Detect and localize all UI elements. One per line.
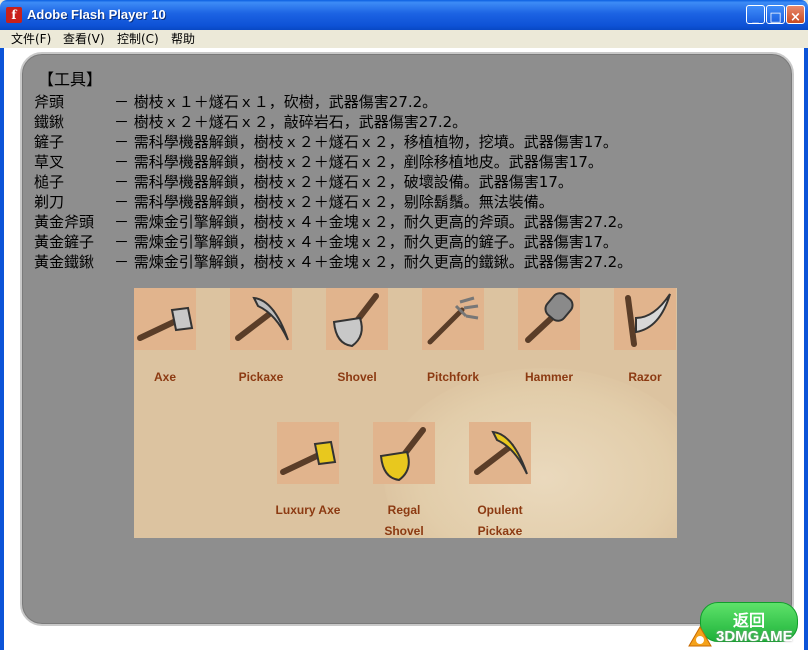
label-hammer: Hammer bbox=[524, 370, 574, 384]
regal-shovel-icon bbox=[379, 427, 426, 482]
close-button[interactable]: × bbox=[786, 5, 805, 25]
label-pitchfork: Pitchfork bbox=[426, 370, 479, 384]
title-bar[interactable]: f Adobe Flash Player 10 _ □ × bbox=[0, 0, 808, 30]
label-axe: Axe bbox=[153, 370, 176, 384]
tool-name: 黃金鏟子 bbox=[34, 233, 95, 251]
tool-name: 斧頭 bbox=[34, 93, 65, 111]
razor-card bbox=[614, 288, 676, 350]
razor-icon bbox=[625, 293, 671, 347]
tool-name: 槌子 bbox=[34, 173, 65, 191]
tool-desc: － 樹枝ｘ１＋燧石ｘ１，砍樹，武器傷害27.2。 bbox=[114, 93, 438, 111]
tool-name: 剃刀 bbox=[34, 193, 65, 211]
tool-desc: － 需煉金引擎解鎖，樹枝ｘ４＋金塊ｘ２，耐久更高的鏟子。武器傷害17。 bbox=[114, 233, 618, 251]
label-regal-shovel-line1: Regal bbox=[387, 503, 421, 517]
tool-desc: － 需科學機器解鎖，樹枝ｘ２＋燧石ｘ２，移植植物，挖墳。武器傷害17。 bbox=[114, 133, 618, 151]
pickaxe-icon bbox=[235, 296, 289, 341]
flash-player-icon: f bbox=[6, 7, 22, 23]
watermark: 3DMGAME bbox=[686, 624, 808, 650]
tool-name: 黃金鐵鍬 bbox=[34, 253, 95, 271]
menu-file[interactable]: 文件(F) bbox=[11, 31, 51, 47]
axe-icon bbox=[137, 306, 194, 341]
tool-name: 黃金斧頭 bbox=[34, 213, 95, 231]
regal-shovel-card bbox=[373, 422, 435, 484]
maximize-button[interactable]: □ bbox=[766, 5, 785, 25]
label-pickaxe: Pickaxe bbox=[238, 370, 284, 384]
minimize-button[interactable]: _ bbox=[746, 5, 765, 25]
opulent-pickaxe-icon bbox=[474, 430, 528, 475]
menu-help[interactable]: 帮助 bbox=[171, 31, 195, 47]
shovel-card bbox=[326, 288, 388, 350]
tool-desc: － 需科學機器解鎖，樹枝ｘ２＋燧石ｘ２，破壞設備。武器傷害17。 bbox=[114, 173, 573, 191]
label-opulent-pickaxe-line1: Opulent bbox=[477, 503, 523, 517]
pitchfork-card bbox=[422, 288, 484, 350]
3dm-logo-icon bbox=[688, 626, 712, 647]
label-opulent-pickaxe-line2: Pickaxe bbox=[477, 524, 523, 538]
panel-heading: 【工具】 bbox=[38, 70, 103, 89]
tools-panel: 【工具】 斧頭 － 樹枝ｘ１＋燧石ｘ１，砍樹，武器傷害27.2。 鐵鍬 － 樹枝… bbox=[20, 52, 794, 626]
luxury-axe-card bbox=[277, 422, 339, 484]
label-razor: Razor bbox=[628, 370, 662, 384]
axe-card bbox=[134, 288, 196, 350]
tool-name: 鏟子 bbox=[34, 133, 65, 151]
hammer-icon bbox=[525, 292, 574, 343]
minimize-icon: _ bbox=[752, 10, 759, 25]
tool-name: 鐵鍬 bbox=[34, 113, 65, 131]
shovel-icon bbox=[332, 293, 379, 348]
label-shovel: Shovel bbox=[337, 370, 377, 384]
hammer-card bbox=[518, 288, 580, 350]
tool-desc: － 需科學機器解鎖，樹枝ｘ２＋燧石ｘ２，剔除鬍鬚。無法裝備。 bbox=[114, 193, 554, 211]
tool-desc: － 需煉金引擎解鎖，樹枝ｘ４＋金塊ｘ２，耐久更高的鐵鍬。武器傷害27.2。 bbox=[114, 253, 633, 271]
pitchfork-icon bbox=[427, 296, 479, 345]
pickaxe-card bbox=[230, 288, 292, 350]
close-icon: × bbox=[790, 10, 801, 25]
watermark-text: 3DMGAME bbox=[716, 628, 793, 645]
menu-bar: 文件(F) 查看(V) 控制(C) 帮助 bbox=[0, 30, 808, 48]
tool-desc: － 需科學機器解鎖，樹枝ｘ２＋燧石ｘ２，剷除移植地皮。武器傷害17。 bbox=[114, 153, 603, 171]
window-title: Adobe Flash Player 10 bbox=[27, 7, 166, 22]
tool-desc: － 樹枝ｘ２＋燧石ｘ２，敲碎岩石，武器傷害27.2。 bbox=[114, 113, 468, 131]
tool-desc: － 需煉金引擎解鎖，樹枝ｘ４＋金塊ｘ２，耐久更高的斧頭。武器傷害27.2。 bbox=[114, 213, 633, 231]
opulent-pickaxe-card bbox=[469, 422, 531, 484]
maximize-icon: □ bbox=[769, 10, 782, 25]
luxury-axe-icon bbox=[280, 440, 337, 475]
window-border-right bbox=[804, 48, 808, 650]
tool-name: 草叉 bbox=[34, 153, 65, 171]
label-regal-shovel-line2: Shovel bbox=[384, 524, 424, 538]
tools-illustration: Axe Pickaxe Shovel Pitchfork Hammer Razo… bbox=[134, 288, 677, 538]
menu-control[interactable]: 控制(C) bbox=[117, 31, 159, 47]
menu-view[interactable]: 查看(V) bbox=[63, 31, 105, 47]
label-luxury-axe: Luxury Axe bbox=[275, 503, 341, 517]
